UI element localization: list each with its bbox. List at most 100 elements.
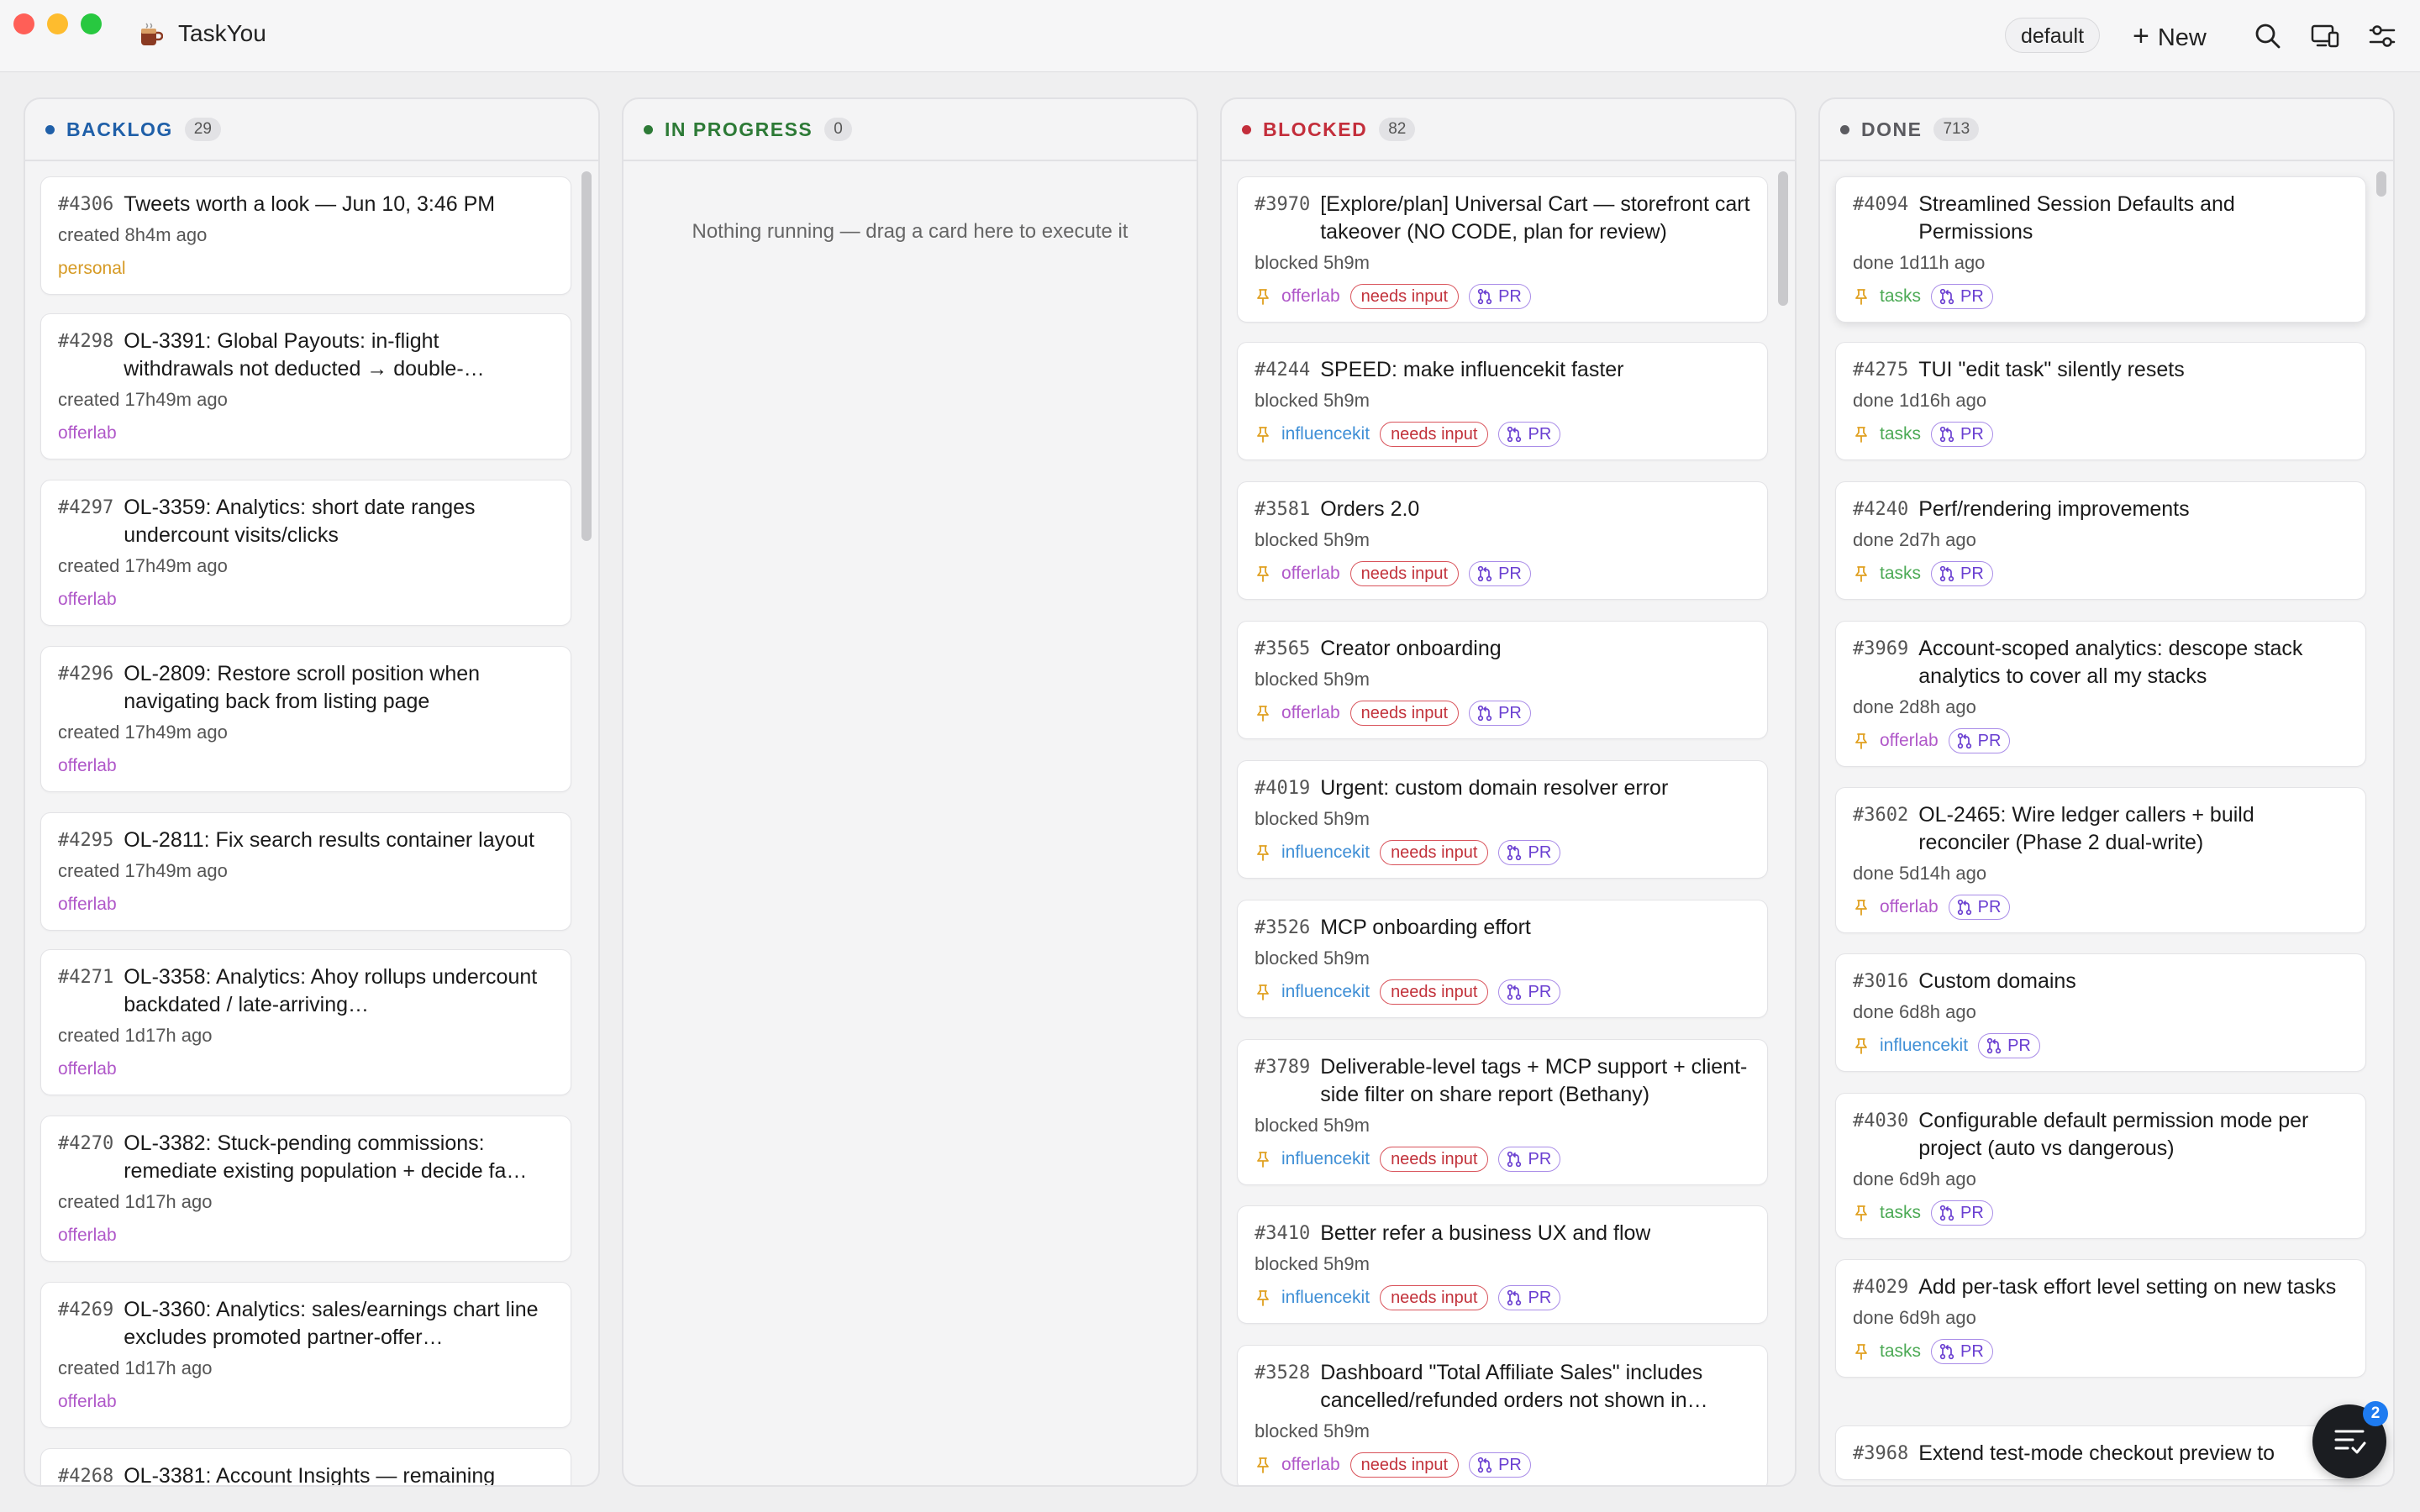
- column-header: BACKLOG 29: [25, 99, 598, 161]
- pr-badge[interactable]: PR: [1469, 701, 1531, 726]
- project-tag[interactable]: influencekit: [1281, 843, 1370, 863]
- column-card-list[interactable]: #3970 [Explore/plan] Universal Cart — sto…: [1222, 161, 1795, 1485]
- task-card[interactable]: #4029 Add per-task effort level setting o…: [1835, 1259, 2366, 1378]
- task-card[interactable]: #4298 OL-3391: Global Payouts: in-flight …: [40, 313, 571, 459]
- project-tag[interactable]: offerlab: [1880, 731, 1939, 751]
- task-card[interactable]: #4271 OL-3358: Analytics: Ahoy rollups un…: [40, 949, 571, 1095]
- column-scrollbar[interactable]: [2376, 171, 2386, 197]
- pr-badge[interactable]: PR: [1498, 979, 1561, 1005]
- pull-request-icon: [1957, 732, 1971, 749]
- task-status-time: blocked 5h9m: [1255, 529, 1370, 550]
- project-tag[interactable]: influencekit: [1281, 1149, 1370, 1169]
- project-tag[interactable]: offerlab: [1281, 1455, 1340, 1475]
- task-title: [Explore/plan] Universal Cart — storefro…: [1320, 192, 1750, 244]
- column-blocked[interactable]: BLOCKED 82 #3970 [Explore/plan] Universal C…: [1220, 97, 1797, 1487]
- project-tag[interactable]: offerlab: [58, 1059, 117, 1079]
- pr-label: PR: [1528, 1150, 1552, 1168]
- card-tags: influencekit needs input PR: [1255, 979, 1750, 1005]
- devices-icon[interactable]: [2311, 22, 2339, 50]
- project-tag[interactable]: influencekit: [1281, 982, 1370, 1002]
- project-tag[interactable]: influencekit: [1281, 424, 1370, 444]
- column-card-list[interactable]: #4306 Tweets worth a look — Jun 10, 3:46 …: [25, 161, 598, 1485]
- project-tag[interactable]: tasks: [1880, 1341, 1921, 1362]
- task-card[interactable]: #3526 MCP onboarding effort blocked 5h9m in…: [1237, 900, 1768, 1018]
- settings-sliders-icon[interactable]: [2368, 22, 2396, 50]
- task-card[interactable]: #4240 Perf/rendering improvements done 2d7…: [1835, 481, 2366, 600]
- task-card[interactable]: #4275 TUI "edit task" silently resets done…: [1835, 342, 2366, 460]
- task-card[interactable]: #3581 Orders 2.0 blocked 5h9m offerlab needs…: [1237, 481, 1768, 600]
- pr-badge[interactable]: PR: [1948, 895, 2011, 920]
- pr-badge[interactable]: PR: [1498, 840, 1561, 865]
- task-card[interactable]: #4295 OL-2811: Fix search results contain…: [40, 812, 571, 931]
- search-icon[interactable]: [2254, 22, 2282, 50]
- project-tag[interactable]: offerlab: [58, 895, 117, 915]
- zoom-window-icon[interactable]: [81, 13, 102, 34]
- task-card[interactable]: #3969 Account-scoped analytics: descope s…: [1835, 621, 2366, 767]
- project-tag[interactable]: tasks: [1880, 564, 1921, 584]
- minimize-window-icon[interactable]: [47, 13, 68, 34]
- pr-badge[interactable]: PR: [1931, 561, 1993, 586]
- project-selector[interactable]: default: [2005, 18, 2101, 53]
- project-tag[interactable]: tasks: [1880, 286, 1921, 307]
- pr-badge[interactable]: PR: [1931, 1200, 1993, 1226]
- pr-badge[interactable]: PR: [1498, 1285, 1561, 1310]
- task-title: Dashboard "Total Affiliate Sales" includ…: [1320, 1361, 1708, 1412]
- task-card[interactable]: #4094 Streamlined Session Defaults and Pe…: [1835, 176, 2366, 323]
- project-tag[interactable]: offerlab: [58, 590, 117, 610]
- needs-input-badge: needs input: [1349, 1452, 1460, 1478]
- task-card[interactable]: #4306 Tweets worth a look — Jun 10, 3:46 …: [40, 176, 571, 295]
- pr-badge[interactable]: PR: [1931, 284, 1993, 309]
- project-tag[interactable]: offerlab: [58, 1392, 117, 1412]
- column-scrollbar[interactable]: [1778, 171, 1788, 306]
- new-task-button[interactable]: + New: [2133, 18, 2207, 54]
- task-card[interactable]: #3970 [Explore/plan] Universal Cart — sto…: [1237, 176, 1768, 323]
- task-card[interactable]: #3789 Deliverable-level tags + MCP suppor…: [1237, 1039, 1768, 1185]
- pr-badge[interactable]: PR: [1978, 1033, 2040, 1058]
- pr-badge[interactable]: PR: [1498, 422, 1561, 447]
- project-tag[interactable]: offerlab: [58, 423, 117, 444]
- task-card[interactable]: #3410 Better refer a business UX and flow…: [1237, 1205, 1768, 1324]
- project-tag[interactable]: offerlab: [1880, 897, 1939, 917]
- task-card[interactable]: #3968 Extend test-mode checkout preview t…: [1835, 1425, 2366, 1480]
- pr-badge[interactable]: PR: [1469, 561, 1531, 586]
- column-backlog[interactable]: BACKLOG 29 #4306 Tweets worth a look — Jun …: [24, 97, 600, 1487]
- task-card[interactable]: #4030 Configurable default permission mod…: [1835, 1093, 2366, 1239]
- task-card[interactable]: #4244 SPEED: make influencekit faster bloc…: [1237, 342, 1768, 460]
- task-card[interactable]: #3565 Creator onboarding blocked 5h9m offer…: [1237, 621, 1768, 739]
- project-tag[interactable]: offerlab: [58, 1226, 117, 1246]
- pr-label: PR: [1528, 425, 1552, 444]
- pr-badge[interactable]: PR: [1469, 1452, 1531, 1478]
- column-done[interactable]: DONE 713 #4094 Streamlined Session Defaults…: [1818, 97, 2395, 1487]
- task-card[interactable]: #4270 OL-3382: Stuck-pending commissions:…: [40, 1116, 571, 1262]
- column-in-progress[interactable]: IN PROGRESS 0 Nothing running — drag a car…: [622, 97, 1198, 1487]
- pin-icon: [1257, 1290, 1269, 1306]
- project-tag[interactable]: tasks: [1880, 1203, 1921, 1223]
- column-card-list[interactable]: Nothing running — drag a card here to ex…: [623, 161, 1197, 1485]
- column-card-list[interactable]: #4094 Streamlined Session Defaults and Pe…: [1820, 161, 2393, 1485]
- close-window-icon[interactable]: [13, 13, 34, 34]
- project-tag[interactable]: offerlab: [58, 756, 117, 776]
- project-tag[interactable]: influencekit: [1281, 1288, 1370, 1308]
- task-card[interactable]: #3528 Dashboard "Total Affiliate Sales" i…: [1237, 1345, 1768, 1485]
- pr-badge[interactable]: PR: [1469, 284, 1531, 309]
- task-card[interactable]: #3602 OL-2465: Wire ledger callers + buil…: [1835, 787, 2366, 933]
- project-tag[interactable]: tasks: [1880, 424, 1921, 444]
- task-card[interactable]: #4268 OL-3381: Account Insights — remaini…: [40, 1448, 571, 1485]
- task-card[interactable]: #4269 OL-3360: Analytics: sales/earnings …: [40, 1282, 571, 1428]
- pr-badge[interactable]: PR: [1931, 1339, 1993, 1364]
- task-card[interactable]: #3016 Custom domains done 6d8h ago influenc…: [1835, 953, 2366, 1072]
- task-title: Extend test-mode checkout preview to: [1918, 1441, 2275, 1465]
- task-card[interactable]: #4297 OL-3359: Analytics: short date rang…: [40, 480, 571, 626]
- project-tag[interactable]: offerlab: [1281, 703, 1340, 723]
- task-id: #3565: [1255, 638, 1311, 659]
- task-card[interactable]: #4296 OL-2809: Restore scroll position wh…: [40, 646, 571, 792]
- project-tag[interactable]: personal: [58, 259, 126, 279]
- project-tag[interactable]: offerlab: [1281, 286, 1340, 307]
- project-tag[interactable]: influencekit: [1880, 1036, 1968, 1056]
- column-scrollbar[interactable]: [581, 171, 592, 541]
- pr-badge[interactable]: PR: [1931, 422, 1993, 447]
- pr-badge[interactable]: PR: [1498, 1147, 1561, 1172]
- task-card[interactable]: #4019 Urgent: custom domain resolver erro…: [1237, 760, 1768, 879]
- pr-badge[interactable]: PR: [1948, 728, 2011, 753]
- project-tag[interactable]: offerlab: [1281, 564, 1340, 584]
